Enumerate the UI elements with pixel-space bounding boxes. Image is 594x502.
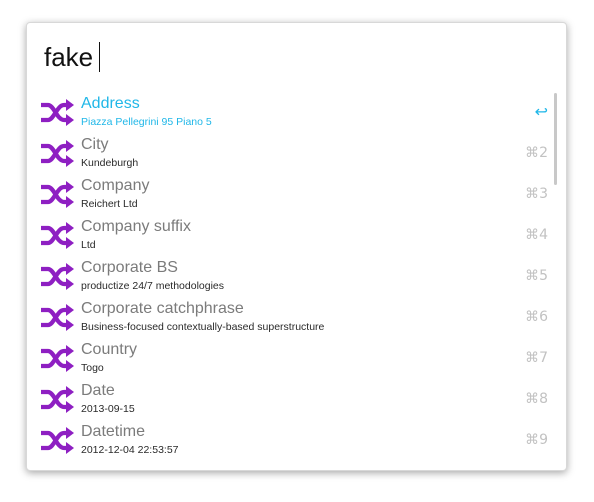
result-subtitle: Piazza Pellegrini 95 Piano 5 bbox=[81, 116, 212, 128]
shuffle-icon bbox=[40, 386, 74, 413]
result-title: Corporate catchphrase bbox=[81, 300, 244, 317]
launcher-window: fake Address Piazza Pellegrini 95 Piano 5… bbox=[26, 22, 567, 471]
command-shortcut: ⌘5 bbox=[525, 268, 548, 284]
command-shortcut: ⌘2 bbox=[525, 145, 548, 161]
result-subtitle: Business-focused contextually-based supe… bbox=[81, 321, 325, 333]
result-subtitle: Ltd bbox=[81, 239, 96, 251]
result-item[interactable]: Date 2013-09-15 ⌘8 bbox=[27, 379, 566, 420]
result-title: Corporate BS bbox=[81, 259, 178, 276]
result-item[interactable]: Country Togo ⌘7 bbox=[27, 338, 566, 379]
shuffle-icon bbox=[40, 304, 74, 331]
result-item[interactable]: Corporate BS productize 24/7 methodologie… bbox=[27, 256, 566, 297]
shuffle-icon bbox=[40, 345, 74, 372]
results-list: Address Piazza Pellegrini 95 Piano 5 ↩ City… bbox=[27, 92, 566, 461]
result-item[interactable]: Company suffix Ltd ⌘4 bbox=[27, 215, 566, 256]
result-title: Address bbox=[81, 95, 140, 112]
result-title: City bbox=[81, 136, 109, 153]
shuffle-icon bbox=[40, 99, 74, 126]
result-subtitle: 2012-12-04 22:53:57 bbox=[81, 444, 179, 456]
shuffle-icon bbox=[40, 263, 74, 290]
result-title: Company suffix bbox=[81, 218, 191, 235]
result-subtitle: Togo bbox=[81, 362, 104, 374]
shuffle-icon bbox=[40, 222, 74, 249]
result-item[interactable]: Datetime 2012-12-04 22:53:57 ⌘9 bbox=[27, 420, 566, 461]
command-shortcut: ⌘4 bbox=[525, 227, 548, 243]
result-title: Country bbox=[81, 341, 138, 358]
result-item[interactable]: City Kundeburgh ⌘2 bbox=[27, 133, 566, 174]
result-item[interactable]: Company Reichert Ltd ⌘3 bbox=[27, 174, 566, 215]
result-subtitle: Kundeburgh bbox=[81, 157, 139, 169]
search-query-text[interactable]: fake bbox=[44, 39, 93, 75]
result-item[interactable]: Corporate catchphrase Business-focused co… bbox=[27, 297, 566, 338]
return-key-shortcut: ↩ bbox=[534, 102, 548, 121]
result-title: Company bbox=[81, 177, 150, 194]
scrollbar[interactable] bbox=[554, 93, 557, 185]
shuffle-icon bbox=[40, 181, 74, 208]
result-item[interactable]: Address Piazza Pellegrini 95 Piano 5 ↩ bbox=[27, 92, 566, 133]
shuffle-icon bbox=[40, 427, 74, 454]
result-title: Date bbox=[81, 382, 115, 399]
command-shortcut: ⌘8 bbox=[525, 391, 548, 407]
command-shortcut: ⌘9 bbox=[525, 432, 548, 448]
result-title: Datetime bbox=[81, 423, 146, 440]
result-subtitle: 2013-09-15 bbox=[81, 403, 135, 415]
command-shortcut: ⌘6 bbox=[525, 309, 548, 325]
result-subtitle: Reichert Ltd bbox=[81, 198, 138, 210]
shuffle-icon bbox=[40, 140, 74, 167]
command-shortcut: ⌘3 bbox=[525, 186, 548, 202]
text-caret bbox=[99, 42, 101, 72]
search-field[interactable]: fake bbox=[44, 39, 101, 75]
result-subtitle: productize 24/7 methodologies bbox=[81, 280, 225, 292]
command-shortcut: ⌘7 bbox=[525, 350, 548, 366]
